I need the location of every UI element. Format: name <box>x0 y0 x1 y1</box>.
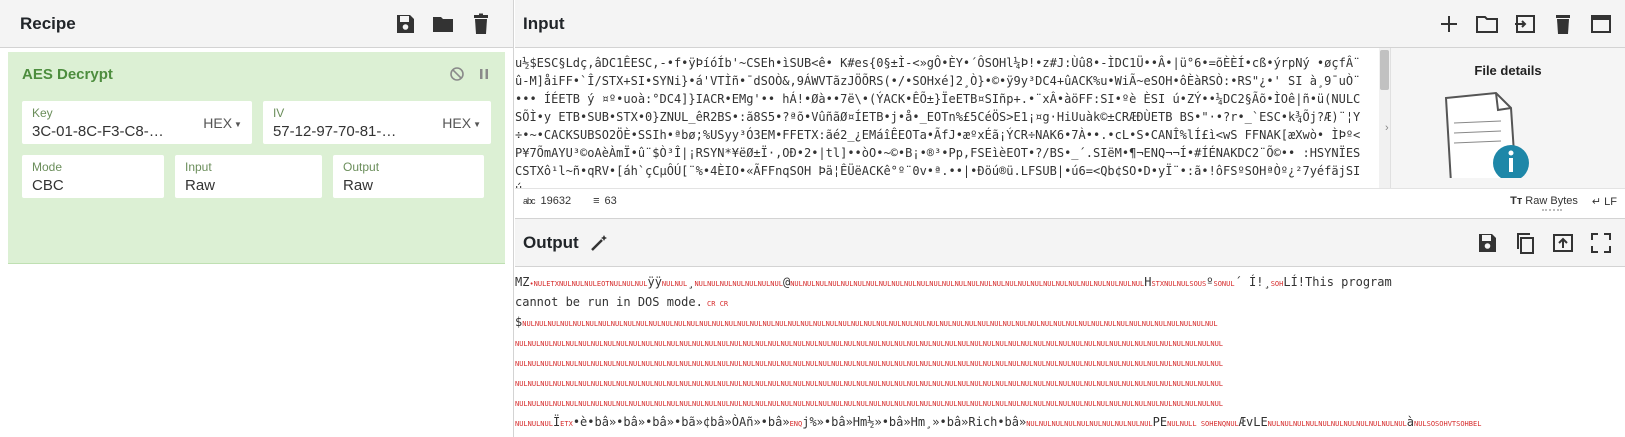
input-header: Input <box>515 0 1625 48</box>
replace-input-icon[interactable] <box>1551 231 1575 255</box>
layout-icon[interactable] <box>1589 12 1613 36</box>
file-details-title: File details <box>1474 63 1542 78</box>
cyberchef-app: Recipe AES Decrypt Key 3C-01-8C-F3-C8-… <box>0 0 1625 437</box>
output-text-area[interactable]: MZ•NULETXNULNULNULEOTNULNULNULÿÿNULNUL¸N… <box>515 267 1565 437</box>
operation-title: AES Decrypt <box>22 65 113 83</box>
save-output-icon[interactable] <box>1475 231 1499 255</box>
output-line-7: NULNULNULNULNULNULNULNULNULNULNULNULNULN… <box>515 400 1224 408</box>
disable-icon[interactable] <box>449 66 465 82</box>
pe-header: PE <box>1152 415 1168 429</box>
scrollbar-thumb[interactable] <box>1380 50 1389 90</box>
output-line-6: NULNULNULNULNULNULNULNULNULNULNULNULNULN… <box>515 380 1224 388</box>
maximize-icon[interactable] <box>1589 231 1613 255</box>
input-title: Input <box>523 13 565 33</box>
add-icon[interactable] <box>1437 12 1461 36</box>
open-folder-icon[interactable] <box>1475 12 1499 36</box>
copy-icon[interactable] <box>1513 231 1537 255</box>
file-details-panel: File details <box>1390 48 1625 188</box>
output-format-field[interactable]: Output Raw <box>333 155 484 198</box>
pause-icon[interactable] <box>477 66 491 82</box>
open-file-icon[interactable] <box>1513 12 1537 36</box>
output-pane: Output MZ•NULETXNULNULNULEOTNULNULNULÿÿN… <box>515 218 1625 437</box>
recipe-title: Recipe <box>20 13 76 33</box>
input-pane: Input u½$ESC§Ldç,âDC1ÊESC,-•f•ÿÞíóÍb'~CS… <box>515 0 1625 218</box>
raw-bytes-label: Raw Bytes <box>1525 195 1578 207</box>
iv-field[interactable]: IV 57-12-97-70-81-… HEX ▼ <box>262 101 491 144</box>
character-count: 19632 <box>540 195 572 207</box>
input-text-area[interactable]: u½$ESC§Ldç,âDC1ÊESC,-•f•ÿÞíóÍb'~CSEh•ìSU… <box>515 48 1370 188</box>
output-line-1: MZ•NULETXNULNULNULEOTNULNULNULÿÿNULNUL¸N… <box>515 275 1392 289</box>
trash-icon[interactable] <box>469 12 493 36</box>
recipe-pane: Recipe AES Decrypt Key 3C-01-8C-F3-C8-… <box>0 0 514 437</box>
caret-down-icon: ▼ <box>473 119 481 129</box>
dos-stub-text-2: cannot be run in DOS mode. <box>515 295 703 309</box>
clear-input-icon[interactable] <box>1551 12 1575 36</box>
input-format-field[interactable]: Input Raw <box>175 155 322 198</box>
input-format-value[interactable]: Raw <box>185 177 312 194</box>
file-icon <box>1444 91 1529 178</box>
output-header: Output <box>515 219 1625 267</box>
eol-label: LF <box>1604 195 1617 208</box>
line-count: 63 <box>604 195 617 207</box>
recipe-header: Recipe <box>0 0 513 48</box>
input-format-label: Input <box>185 160 212 174</box>
output-line-3: $NULNULNULNULNULNULNULNULNULNULNULNULNUL… <box>515 315 1218 329</box>
character-count-icon: abc <box>523 196 535 206</box>
caret-down-icon: ▼ <box>234 119 242 129</box>
iv-format-dropdown[interactable]: HEX ▼ <box>442 115 481 131</box>
mz-header: MZ <box>515 275 530 289</box>
iv-value[interactable]: 57-12-97-70-81-… <box>273 123 423 140</box>
mode-value[interactable]: CBC <box>32 177 154 194</box>
key-format-label: HEX <box>203 115 233 131</box>
output-line-2: cannot be run in DOS mode. CR CR <box>515 295 729 309</box>
mode-label: Mode <box>32 160 63 174</box>
eol-button[interactable]: ↵ LF <box>1592 195 1617 208</box>
key-value[interactable]: 3C-01-8C-F3-C8-… <box>32 123 182 140</box>
rich-header: Rich <box>968 415 998 429</box>
output-line-4: NULNULNULNULNULNULNULNULNULNULNULNULNULN… <box>515 340 1224 348</box>
input-scrollbar[interactable] <box>1379 48 1390 188</box>
output-line-8: NULNULNULÏETX•è•bâ»•bâ»•bâ»•bã»¢bâ»ÒAñ»•… <box>515 415 1482 429</box>
panel-collapse-handle[interactable]: › <box>1385 122 1395 140</box>
operation-aes-decrypt: AES Decrypt Key 3C-01-8C-F3-C8-… HEX ▼ IV… <box>8 52 505 264</box>
output-title: Output <box>523 232 579 252</box>
resize-handle[interactable] <box>1542 209 1562 211</box>
save-icon[interactable] <box>393 12 417 36</box>
line-count-icon: ≡ <box>593 195 600 207</box>
iv-format-label: HEX <box>442 115 472 131</box>
output-format-value[interactable]: Raw <box>343 177 474 194</box>
output-format-label: Output <box>343 160 380 174</box>
mode-field[interactable]: Mode CBC <box>22 155 164 198</box>
folder-icon[interactable] <box>431 12 455 36</box>
input-status-bar: abc 19632 ≡ 63 Tт Raw Bytes ↵ LF <box>515 188 1625 213</box>
key-format-dropdown[interactable]: HEX ▼ <box>203 115 242 131</box>
raw-bytes-button[interactable]: Tт Raw Bytes <box>1510 195 1578 207</box>
key-field[interactable]: Key 3C-01-8C-F3-C8-… HEX ▼ <box>22 101 252 144</box>
output-line-5: NULNULNULNULNULNULNULNULNULNULNULNULNULN… <box>515 360 1224 368</box>
magic-wand-icon[interactable] <box>589 233 609 253</box>
dos-stub-text-1: This program <box>1305 275 1392 289</box>
